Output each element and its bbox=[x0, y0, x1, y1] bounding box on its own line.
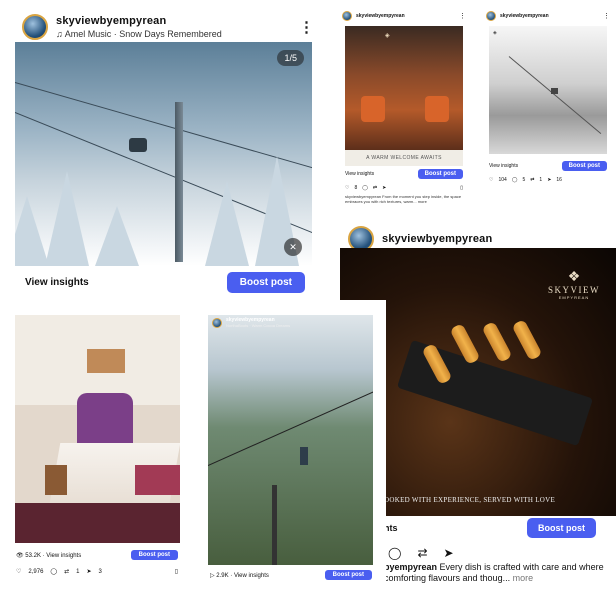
send-icon[interactable]: ➤ bbox=[547, 177, 551, 183]
avatar[interactable] bbox=[486, 11, 496, 21]
like-count: 8 bbox=[354, 185, 358, 191]
brand-logo: ❖ SKYVIEW EMPYREAN bbox=[548, 268, 600, 300]
food-roll bbox=[481, 321, 513, 363]
repost-count: 1 bbox=[539, 177, 543, 183]
logo-mark-icon: ❖ bbox=[567, 268, 581, 284]
armchair bbox=[361, 96, 385, 122]
username[interactable]: skyviewbyempyrean bbox=[356, 13, 455, 19]
music-label[interactable]: ♫ Amel Music · Snow Days Remembered bbox=[56, 29, 291, 39]
more-options-icon[interactable]: ⋮ bbox=[603, 12, 610, 20]
tree bbox=[95, 206, 139, 266]
view-insights-link[interactable]: ▷ 2.9K · View insights bbox=[210, 572, 269, 579]
boost-post-button[interactable]: Boost post bbox=[417, 169, 463, 179]
post-tagline: OOKED WITH EXPERIENCE, SERVED WITH LOVE bbox=[384, 496, 556, 504]
username[interactable]: skyviewbyempyrean bbox=[500, 13, 599, 19]
bed-runner bbox=[135, 465, 180, 495]
tree bbox=[205, 181, 249, 266]
post-card-bedroom: 👁 53.2K · View insights Boost post ♡ 2,9… bbox=[0, 300, 200, 600]
insights-row: View insights Boost post bbox=[15, 272, 305, 293]
food-roll bbox=[511, 319, 543, 361]
send-count: 3 bbox=[98, 568, 102, 575]
view-insights-link[interactable]: View insights bbox=[345, 171, 374, 177]
heart-icon[interactable]: ♡ bbox=[489, 177, 493, 183]
view-insights-link[interactable]: View insights bbox=[489, 163, 518, 169]
more-link[interactable]: more bbox=[513, 573, 534, 583]
caption: byempyrean Every dish is crafted with ca… bbox=[384, 562, 614, 585]
view-insights-link[interactable]: 👁 53.2K · View insights bbox=[16, 552, 81, 559]
post-card-gondola: skyviewbyempyrean ⋮ ◈ View insights Boos… bbox=[482, 6, 614, 206]
post-header: skyviewbyempyrean ♫ Amel Music · Snow Da… bbox=[0, 0, 330, 40]
post-card-zipline: skyviewbyempyrean NorthaBoots · Warm Coc… bbox=[196, 300, 386, 600]
brand-logo: ◈ bbox=[385, 33, 390, 39]
send-icon[interactable]: ➤ bbox=[382, 185, 386, 191]
heart-icon[interactable]: ♡ bbox=[16, 568, 21, 575]
repost-icon[interactable]: ⇄ bbox=[417, 546, 427, 560]
post-card-snow: skyviewbyempyrean ♫ Amel Music · Snow Da… bbox=[0, 0, 330, 300]
boost-post-button[interactable]: Boost post bbox=[130, 550, 178, 560]
post-banner: A WARM WELCOME AWAITS bbox=[345, 150, 463, 166]
bookmark-icon[interactable]: ▯ bbox=[175, 568, 178, 575]
repost-count: 1 bbox=[76, 568, 80, 575]
send-icon[interactable]: ➤ bbox=[87, 568, 92, 575]
tree bbox=[15, 196, 49, 266]
post-card-lounge: skyviewbyempyrean ⋮ ◈ A WARM WELCOME AWA… bbox=[338, 6, 470, 206]
armchair bbox=[425, 96, 449, 122]
boost-post-button[interactable]: Boost post bbox=[561, 161, 607, 171]
comment-count: 5 bbox=[522, 177, 526, 183]
zipline-pole bbox=[272, 485, 277, 565]
send-count: 16 bbox=[556, 177, 562, 183]
like-count: 2,976 bbox=[28, 568, 44, 575]
zipline-rider bbox=[300, 447, 308, 465]
repost-icon[interactable]: ⇄ bbox=[373, 185, 377, 191]
more-options-icon[interactable]: ⋮ bbox=[459, 12, 466, 20]
carousel-counter: 1/5 bbox=[277, 50, 304, 66]
side-table bbox=[45, 465, 67, 495]
avatar[interactable] bbox=[22, 14, 48, 40]
repost-icon[interactable]: ⇄ bbox=[530, 177, 534, 183]
brand-logo: ◈ bbox=[493, 30, 497, 36]
post-image[interactable] bbox=[15, 315, 180, 543]
avatar[interactable] bbox=[342, 11, 352, 21]
boost-post-button[interactable]: Boost post bbox=[226, 272, 305, 293]
comment-icon[interactable]: ◯ bbox=[388, 546, 401, 560]
boost-post-button[interactable]: Boost post bbox=[324, 570, 372, 580]
view-insights-link[interactable]: View insights bbox=[15, 277, 89, 288]
post-image[interactable]: skyviewbyempyrean NorthaBoots · Warm Coc… bbox=[208, 315, 373, 565]
bookmark-icon[interactable]: ▯ bbox=[460, 185, 463, 191]
post-image[interactable]: ◈ bbox=[489, 26, 607, 154]
heart-icon[interactable]: ♡ bbox=[345, 185, 349, 191]
caption-username[interactable]: byempyrean bbox=[384, 562, 437, 572]
view-count: 2.9K · View insights bbox=[216, 572, 269, 579]
post-image[interactable]: 1/5 ✕ bbox=[15, 42, 312, 266]
cable-line bbox=[508, 56, 602, 135]
send-icon[interactable]: ➤ bbox=[444, 546, 454, 560]
music-text: Amel Music · Snow Days Remembered bbox=[64, 29, 222, 39]
post-collage: skyviewbyempyrean ♫ Amel Music · Snow Da… bbox=[0, 0, 616, 600]
gondola bbox=[551, 88, 558, 94]
caption: skyviewbyempyrean From the moment you st… bbox=[345, 194, 462, 205]
comment-icon[interactable]: ◯ bbox=[512, 177, 518, 183]
boost-post-button[interactable]: Boost post bbox=[527, 518, 596, 538]
view-count: 53.2K · View insights bbox=[25, 552, 82, 559]
repost-icon[interactable]: ⇄ bbox=[64, 568, 69, 575]
more-options-icon[interactable]: ⋮ bbox=[299, 18, 314, 36]
comment-icon[interactable]: ◯ bbox=[50, 568, 57, 575]
mute-icon[interactable]: ✕ bbox=[284, 238, 302, 256]
zipline-cable bbox=[208, 387, 373, 466]
comment-icon[interactable]: ◯ bbox=[362, 185, 368, 191]
avatar[interactable] bbox=[212, 317, 222, 328]
brand-name: SKYVIEW bbox=[548, 285, 600, 295]
username[interactable]: skyviewbyempyrean bbox=[56, 15, 291, 27]
wall-decor bbox=[87, 349, 125, 373]
gondola bbox=[129, 138, 147, 152]
like-count: 104 bbox=[498, 177, 507, 183]
brand-sub: EMPYREAN bbox=[558, 295, 590, 300]
music-text: NorthaBoots · Warm Cocoa Dreams bbox=[226, 323, 291, 328]
post-header: skyviewbyempyrean NorthaBoots · Warm Coc… bbox=[212, 317, 290, 328]
cable-tower bbox=[175, 102, 183, 262]
username[interactable]: skyviewbyempyrean bbox=[382, 233, 492, 245]
tree bbox=[45, 171, 89, 266]
post-image[interactable]: ◈ A WARM WELCOME AWAITS bbox=[345, 26, 463, 166]
carpet bbox=[15, 503, 180, 543]
